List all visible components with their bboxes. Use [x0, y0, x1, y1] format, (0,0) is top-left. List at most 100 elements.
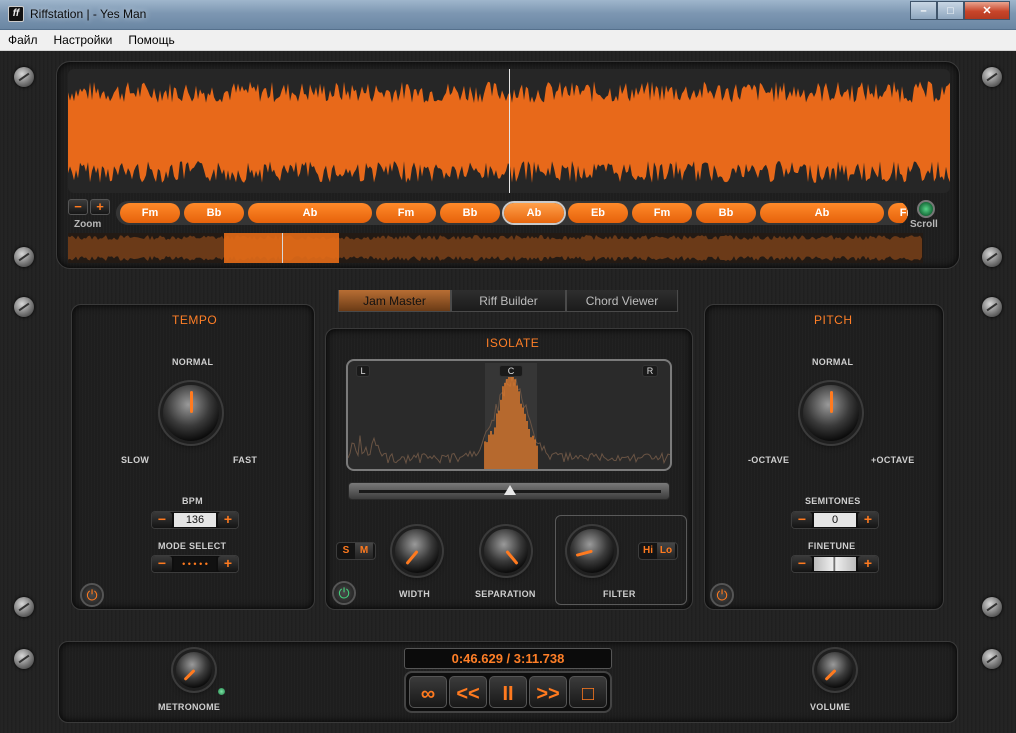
zoom-in-button[interactable]: + [90, 199, 110, 215]
app-logo-icon: ff [8, 6, 24, 22]
finetune-decrease-button[interactable]: − [792, 556, 812, 572]
bpm-increase-button[interactable]: + [218, 512, 238, 528]
screw-icon [14, 649, 34, 669]
width-knob[interactable] [395, 529, 439, 573]
left-channel-label: L [356, 365, 370, 377]
width-label: WIDTH [399, 589, 430, 599]
playhead-marker[interactable] [509, 69, 510, 193]
chord-block[interactable]: Bb [184, 203, 244, 223]
close-button[interactable]: ✕ [964, 1, 1010, 20]
tempo-power-button[interactable] [80, 583, 104, 607]
minimize-button[interactable]: – [910, 1, 937, 20]
finetune-value[interactable] [814, 557, 856, 571]
stop-button[interactable]: □ [569, 676, 607, 708]
screw-icon [14, 297, 34, 317]
chord-block[interactable]: Fm [376, 203, 436, 223]
finetune-label: FINETUNE [808, 541, 856, 551]
screw-icon [982, 247, 1002, 267]
chord-block[interactable]: Fm [632, 203, 692, 223]
chord-block[interactable]: Ab [504, 203, 564, 223]
tempo-knob[interactable] [163, 385, 219, 441]
metronome-label: METRONOME [158, 702, 221, 712]
scroll-toggle-button[interactable] [917, 200, 935, 218]
chord-strip[interactable]: FmBbAbFmBbAbEbFmBbAbFm [116, 201, 908, 225]
screw-icon [982, 649, 1002, 669]
tab-jam-master[interactable]: Jam Master [338, 290, 451, 312]
screw-icon [14, 247, 34, 267]
pitch-normal-label: NORMAL [812, 357, 854, 367]
fast-forward-button[interactable]: >> [529, 676, 567, 708]
semitones-value[interactable]: 0 [814, 513, 856, 527]
chord-block[interactable]: Ab [248, 203, 372, 223]
bpm-value[interactable]: 136 [174, 513, 216, 527]
plus-octave-label: +OCTAVE [871, 455, 915, 465]
mode-next-button[interactable]: + [218, 556, 238, 572]
pitch-power-button[interactable] [710, 583, 734, 607]
metronome-knob[interactable] [176, 652, 212, 688]
tempo-normal-label: NORMAL [172, 357, 214, 367]
pause-button[interactable]: II [489, 676, 527, 708]
semitones-label: SEMITONES [805, 496, 861, 506]
mono-button[interactable]: M [355, 543, 373, 559]
semitones-decrease-button[interactable]: − [792, 512, 812, 528]
waveform-display[interactable] [68, 69, 950, 193]
tempo-slow-label: SLOW [121, 455, 150, 465]
pitch-knob[interactable] [803, 385, 859, 441]
tempo-title: TEMPO [172, 313, 218, 327]
pitch-panel: PITCH NORMAL -OCTAVE +OCTAVE SEMITONES −… [704, 304, 944, 610]
hi-button[interactable]: Hi [639, 543, 657, 559]
isolate-title: ISOLATE [486, 336, 540, 350]
overview-waveform[interactable] [68, 233, 923, 263]
maximize-button[interactable]: □ [937, 1, 964, 20]
finetune-increase-button[interactable]: + [858, 556, 878, 572]
screw-icon [982, 597, 1002, 617]
semitones-stepper: − 0 + [791, 511, 879, 529]
menu-file[interactable]: Файл [0, 30, 46, 50]
chord-block[interactable]: Ab [760, 203, 884, 223]
isolate-power-button[interactable] [332, 581, 356, 605]
app-window: ff Riffstation | - Yes Man – □ ✕ Файл На… [0, 0, 1016, 733]
semitones-increase-button[interactable]: + [858, 512, 878, 528]
menu-help[interactable]: Помощь [120, 30, 182, 50]
chord-block[interactable]: Bb [440, 203, 500, 223]
screw-icon [982, 297, 1002, 317]
loop-button[interactable]: ∞ [409, 676, 447, 708]
timeline-panel: − + Zoom FmBbAbFmBbAbEbFmBbAbFm Scroll [56, 61, 960, 269]
window-title: Riffstation | - Yes Man [30, 7, 147, 21]
pitch-title: PITCH [814, 313, 853, 327]
chord-block[interactable]: Fm [888, 203, 908, 223]
zoom-label: Zoom [74, 219, 102, 230]
tab-chord-viewer[interactable]: Chord Viewer [566, 290, 678, 312]
mode-value: • • • • • [174, 557, 216, 571]
overview-playhead [282, 233, 283, 263]
mode-prev-button[interactable]: − [152, 556, 172, 572]
finetune-stepper: − + [791, 555, 879, 573]
filter-knob[interactable] [570, 529, 614, 573]
minus-octave-label: -OCTAVE [748, 455, 790, 465]
spectrum-graphic [348, 365, 670, 469]
app-area: − + Zoom FmBbAbFmBbAbEbFmBbAbFm Scroll J… [0, 51, 1016, 733]
center-channel-label: C [499, 365, 523, 377]
pan-position-slider[interactable] [348, 482, 670, 500]
separation-label: SEPARATION [475, 589, 536, 599]
stereo-button[interactable]: S [337, 543, 355, 559]
screw-icon [14, 67, 34, 87]
tab-riff-builder[interactable]: Riff Builder [451, 290, 566, 312]
rewind-button[interactable]: << [449, 676, 487, 708]
chord-block[interactable]: Fm [120, 203, 180, 223]
zoom-out-button[interactable]: − [68, 199, 88, 215]
chord-block[interactable]: Eb [568, 203, 628, 223]
pan-slider-thumb[interactable] [504, 485, 516, 495]
stereo-spectrum-display[interactable]: L C R [346, 359, 672, 471]
mode-tabs: Jam Master Riff Builder Chord Viewer [338, 290, 678, 314]
bpm-decrease-button[interactable]: − [152, 512, 172, 528]
separation-knob[interactable] [484, 529, 528, 573]
menu-settings[interactable]: Настройки [46, 30, 121, 50]
screw-icon [14, 597, 34, 617]
chord-block[interactable]: Bb [696, 203, 756, 223]
lo-button[interactable]: Lo [657, 543, 675, 559]
hi-lo-toggle: Hi Lo [638, 542, 678, 560]
filter-label: FILTER [603, 589, 636, 599]
title-bar[interactable]: ff Riffstation | - Yes Man – □ ✕ [0, 0, 1016, 30]
volume-knob[interactable] [817, 652, 853, 688]
